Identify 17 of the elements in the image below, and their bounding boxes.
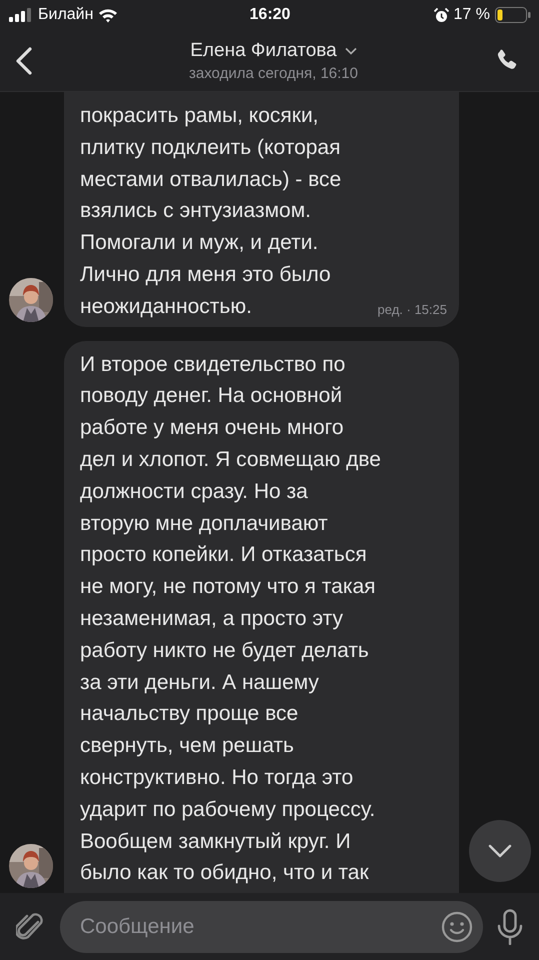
message-text: И второе свидетельство по поводу денег. На основной работе у меня очень много дел и хлопот. Я совмещаю две должности сразу. Но за вторую мне доплачивают просто копейки. И отказаться не могу, не потому что я такая незаменимая, а просто эту работу никто не будет делать за эти деньги. А нашему начальству проще все свернуть, чем решать конструктивно. Но тогда это ударит по рабочему процессу. Вообщем замкнутый круг. И было как то обидно, что и так	[80, 352, 381, 886]
microphone-icon[interactable]	[497, 908, 523, 944]
message-meta: ред. · 15:25	[378, 302, 447, 317]
wifi-icon	[98, 8, 118, 22]
last-seen-status: заходила сегодня, 16:10	[189, 64, 358, 82]
battery-percent: 17 %	[454, 6, 490, 24]
smiley-icon[interactable]	[441, 910, 473, 942]
message-text: покрасить рамы, косяки, плитку подклеить (которая местами отвалилась) - все взялись с энтузиазмом. Помогали и муж, и дети. Лично для меня это было неожиданностью.	[80, 103, 342, 320]
carrier-name: Билайн	[38, 6, 94, 24]
chevron-down-icon[interactable]	[487, 843, 513, 859]
battery-icon	[494, 7, 531, 23]
chevron-down-icon[interactable]	[344, 46, 357, 54]
message-field[interactable]: Сообщение	[60, 900, 483, 952]
clock-time: 16:20	[250, 6, 290, 24]
alarm-clock-icon	[434, 8, 449, 22]
contact-name[interactable]: Елена Филатова	[190, 40, 337, 62]
signal-icon	[9, 8, 33, 22]
